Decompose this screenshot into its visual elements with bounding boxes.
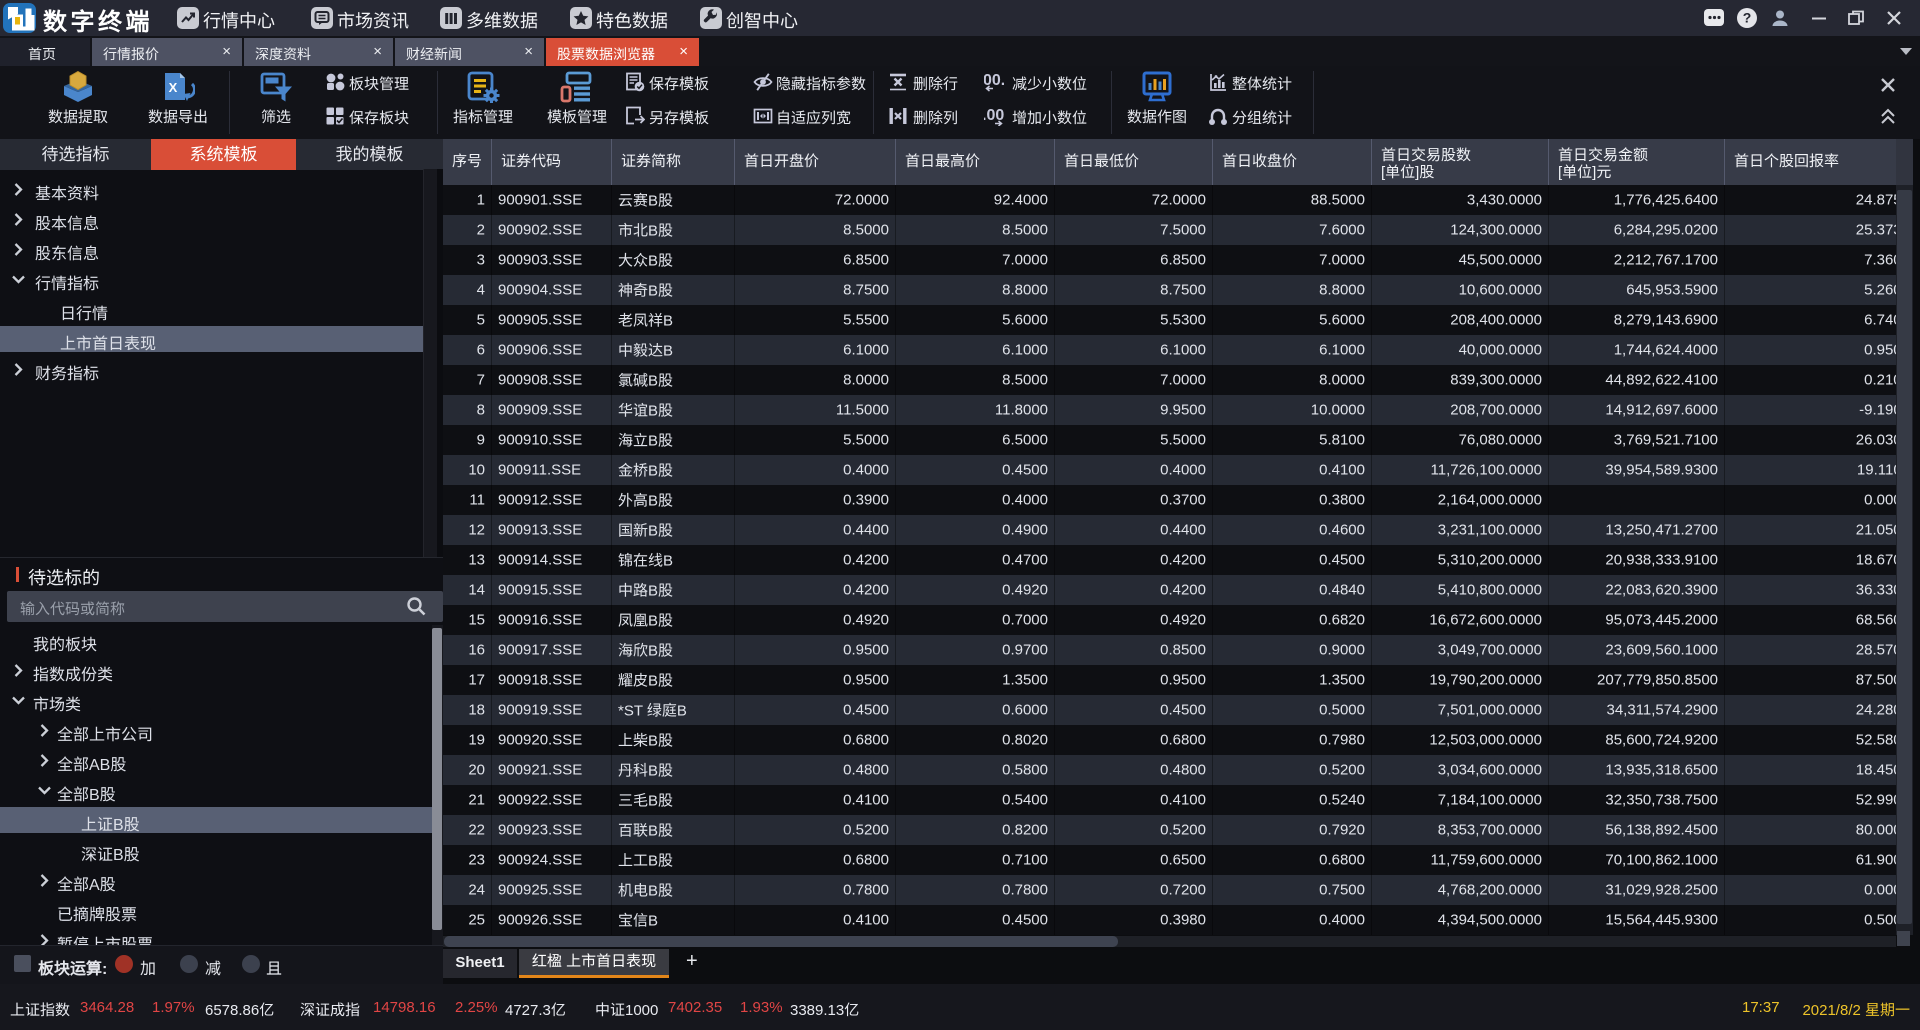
svg-text:X: X [169, 80, 178, 95]
svg-text:.00: .00 [984, 107, 1004, 124]
svg-text:?: ? [1743, 10, 1752, 26]
svg-text:00.: 00. [984, 72, 1004, 89]
